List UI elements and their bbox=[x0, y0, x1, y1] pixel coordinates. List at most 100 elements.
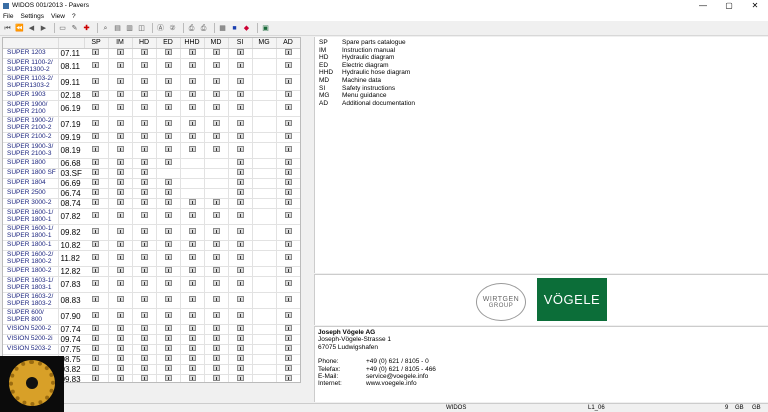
document-icon[interactable] bbox=[284, 355, 292, 361]
document-icon[interactable] bbox=[212, 267, 220, 273]
document-icon[interactable] bbox=[188, 280, 196, 286]
document-icon[interactable] bbox=[188, 325, 196, 331]
document-icon[interactable] bbox=[116, 169, 124, 175]
document-icon[interactable] bbox=[236, 212, 244, 218]
document-icon[interactable] bbox=[116, 199, 124, 205]
document-icon[interactable] bbox=[284, 335, 292, 341]
back-fast-icon[interactable]: ⏪ bbox=[15, 24, 24, 33]
document-icon[interactable] bbox=[140, 49, 148, 55]
document-icon[interactable] bbox=[92, 133, 100, 139]
document-icon[interactable] bbox=[212, 312, 220, 318]
document-icon[interactable] bbox=[212, 91, 220, 97]
document-icon[interactable] bbox=[164, 189, 172, 195]
document-icon[interactable] bbox=[92, 254, 100, 260]
page-fit-icon[interactable]: ▥ bbox=[125, 24, 134, 33]
document-icon[interactable] bbox=[140, 169, 148, 175]
document-icon[interactable] bbox=[188, 345, 196, 351]
model-name[interactable]: SUPER 1600-2/ SUPER 1800-2 bbox=[3, 250, 59, 267]
document-icon[interactable] bbox=[236, 254, 244, 260]
document-icon[interactable] bbox=[92, 365, 100, 371]
document-icon[interactable] bbox=[236, 325, 244, 331]
document-icon[interactable] bbox=[116, 355, 124, 361]
table-row[interactable]: SUPER 1900-3/ SUPER 2100-3 08.19 bbox=[3, 142, 300, 159]
document-icon[interactable] bbox=[188, 375, 196, 381]
document-icon[interactable] bbox=[164, 104, 172, 110]
model-name[interactable]: SUPER 2500 bbox=[3, 188, 59, 199]
document-icon[interactable] bbox=[164, 133, 172, 139]
document-icon[interactable] bbox=[236, 199, 244, 205]
table-row[interactable]: SUPER 1100-2/ SUPER1300-2 08.11 bbox=[3, 58, 300, 75]
document-icon[interactable] bbox=[116, 212, 124, 218]
model-name[interactable]: SUPER 1800 SF bbox=[3, 168, 59, 179]
document-icon[interactable] bbox=[140, 355, 148, 361]
document-icon[interactable] bbox=[116, 133, 124, 139]
document-icon[interactable] bbox=[92, 179, 100, 185]
document-icon[interactable] bbox=[92, 228, 100, 234]
edit-icon[interactable]: ✎ bbox=[70, 24, 79, 33]
document-icon[interactable] bbox=[164, 212, 172, 218]
table-row[interactable]: SUPER 1900-2/ SUPER 2100-2 07.19 bbox=[3, 116, 300, 133]
document-icon[interactable] bbox=[140, 254, 148, 260]
stop-icon[interactable]: ■ bbox=[230, 24, 239, 33]
model-name[interactable]: SUPER 1804 bbox=[3, 178, 59, 189]
document-icon[interactable] bbox=[140, 146, 148, 152]
document-icon[interactable] bbox=[284, 312, 292, 318]
table-row[interactable]: VISION 5200-2 07.74 bbox=[3, 324, 300, 335]
menu-file[interactable]: File bbox=[3, 13, 13, 20]
window-icon[interactable]: ◫ bbox=[137, 24, 146, 33]
table-row[interactable]: SUPER 1603-2/ SUPER 1803-2 08.83 bbox=[3, 292, 300, 309]
document-icon[interactable] bbox=[140, 375, 148, 381]
document-icon[interactable] bbox=[188, 212, 196, 218]
document-icon[interactable] bbox=[284, 62, 292, 68]
document-icon[interactable] bbox=[236, 104, 244, 110]
minimize-button[interactable]: — bbox=[690, 0, 716, 11]
document-icon[interactable] bbox=[188, 296, 196, 302]
model-name[interactable]: SUPER 1800-1 bbox=[3, 240, 59, 251]
document-icon[interactable] bbox=[140, 133, 148, 139]
document-icon[interactable] bbox=[212, 365, 220, 371]
model-name[interactable]: SUPER 1800-2 bbox=[3, 266, 59, 277]
document-icon[interactable] bbox=[140, 91, 148, 97]
model-name[interactable]: SUPER 1100-2/ SUPER1300-2 bbox=[3, 58, 59, 75]
menu-settings[interactable]: Settings bbox=[20, 13, 44, 20]
document-icon[interactable] bbox=[140, 228, 148, 234]
document-icon[interactable] bbox=[212, 296, 220, 302]
model-name[interactable]: SUPER 1903 bbox=[3, 90, 59, 101]
document-icon[interactable] bbox=[212, 375, 220, 381]
search-2-icon[interactable]: ② bbox=[168, 24, 177, 33]
document-icon[interactable] bbox=[212, 120, 220, 126]
document-icon[interactable] bbox=[164, 280, 172, 286]
document-icon[interactable] bbox=[92, 189, 100, 195]
email-link[interactable]: service@voegele.info bbox=[366, 373, 428, 380]
document-icon[interactable] bbox=[188, 335, 196, 341]
document-icon[interactable] bbox=[212, 199, 220, 205]
document-icon[interactable] bbox=[140, 179, 148, 185]
table-row[interactable]: VISION 5200-2i 09.74 bbox=[3, 334, 300, 345]
document-icon[interactable] bbox=[284, 91, 292, 97]
table-row[interactable]: VISION 5203-2 07.75 bbox=[3, 344, 300, 355]
document-icon[interactable] bbox=[284, 228, 292, 234]
document-icon[interactable] bbox=[116, 179, 124, 185]
document-icon[interactable] bbox=[284, 280, 292, 286]
table-row[interactable]: SUPER 1903 02.18 bbox=[3, 90, 300, 101]
document-icon[interactable] bbox=[116, 267, 124, 273]
document-icon[interactable] bbox=[236, 49, 244, 55]
document-icon[interactable] bbox=[92, 120, 100, 126]
document-icon[interactable] bbox=[140, 104, 148, 110]
document-icon[interactable] bbox=[92, 345, 100, 351]
document-icon[interactable] bbox=[188, 241, 196, 247]
document-icon[interactable] bbox=[92, 267, 100, 273]
document-icon[interactable] bbox=[212, 280, 220, 286]
document-icon[interactable] bbox=[284, 325, 292, 331]
document-icon[interactable] bbox=[284, 241, 292, 247]
document-icon[interactable] bbox=[236, 280, 244, 286]
model-name[interactable]: SUPER 1900-2/ SUPER 2100-2 bbox=[3, 116, 59, 133]
document-icon[interactable] bbox=[116, 146, 124, 152]
document-icon[interactable] bbox=[284, 146, 292, 152]
table-row[interactable]: SUPER 1600-2/ SUPER 1800-2 11.82 bbox=[3, 250, 300, 267]
document-icon[interactable] bbox=[116, 325, 124, 331]
document-icon[interactable] bbox=[92, 280, 100, 286]
forward-icon[interactable]: ▶ bbox=[39, 24, 48, 33]
document-icon[interactable] bbox=[212, 133, 220, 139]
document-icon[interactable] bbox=[188, 104, 196, 110]
